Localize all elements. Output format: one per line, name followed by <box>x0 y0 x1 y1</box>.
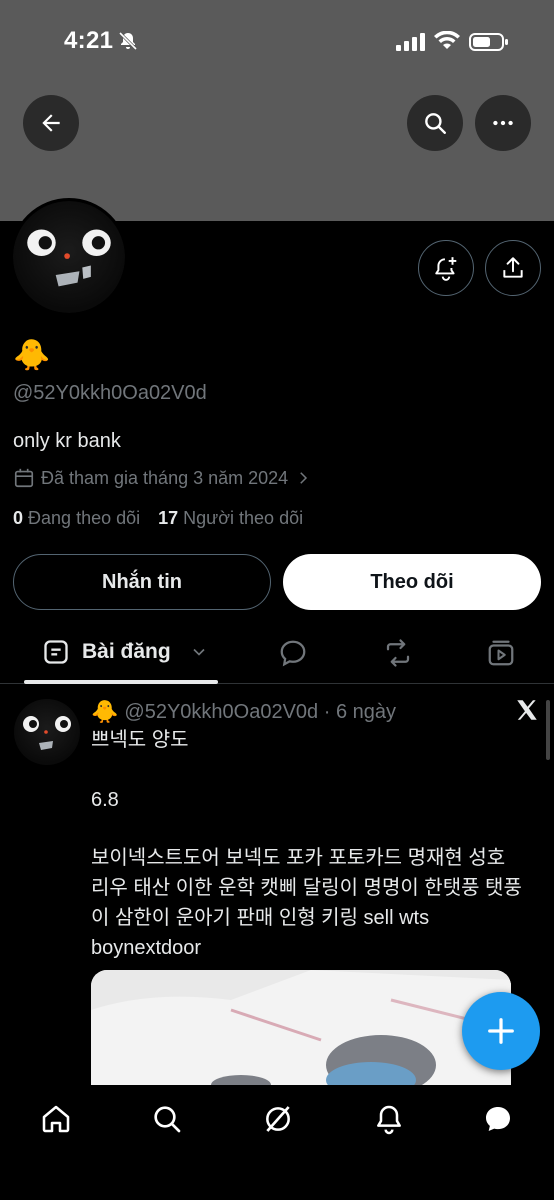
notifications-icon[interactable] <box>373 1103 405 1135</box>
profile-bio: only kr bank <box>13 430 121 452</box>
cellular-signal-icon <box>396 33 425 51</box>
post-line-2: 6.8 <box>91 789 119 811</box>
back-button[interactable] <box>23 95 79 151</box>
post-body-line: boynextdoor <box>91 937 202 959</box>
tab-replies-icon[interactable] <box>278 638 308 668</box>
status-time: 4:21 <box>64 27 114 54</box>
more-horizontal-icon <box>493 120 513 126</box>
joined-text: Đã tham gia tháng 3 năm 2024 <box>41 467 289 488</box>
search-button[interactable] <box>407 95 463 151</box>
battery-icon <box>469 33 508 51</box>
search-icon[interactable] <box>151 1103 183 1135</box>
chevron-down-icon <box>193 648 205 656</box>
followers-link[interactable]: 17 Người theo dõi <box>158 508 303 529</box>
more-options-button[interactable] <box>475 95 531 151</box>
calendar-icon <box>14 468 34 488</box>
home-icon[interactable] <box>40 1103 72 1135</box>
post-image[interactable] <box>91 970 511 1090</box>
post-body-line: 리우 태산 이한 운학 캣삐 달링이 명명이 한탯풍 탯풍 <box>91 877 522 899</box>
post-handle-time: @52Y0kkh0Oa02V0d · 6 ngày <box>124 700 396 723</box>
post-author-avatar[interactable] <box>14 699 80 765</box>
avatar-character-image <box>27 229 111 287</box>
tab-posts-label: Bài đăng <box>82 640 171 663</box>
status-bar: 4:21 <box>0 0 554 86</box>
plush-photo-image <box>91 970 511 1090</box>
posts-icon <box>44 640 68 664</box>
followers-count: 17 <box>158 508 179 528</box>
joined-date[interactable]: Đã tham gia tháng 3 năm 2024 <box>13 467 312 489</box>
bell-off-icon <box>118 31 138 51</box>
messages-icon[interactable] <box>482 1103 514 1135</box>
bell-plus-icon <box>435 257 457 281</box>
tab-media-icon[interactable] <box>486 638 516 668</box>
search-icon <box>425 113 446 134</box>
wifi-icon <box>434 31 460 49</box>
following-link[interactable]: 0 Đang theo dõi <box>13 508 140 529</box>
share-button[interactable] <box>485 240 541 296</box>
profile-tabs: Bài đăng <box>0 624 554 684</box>
scroll-indicator <box>546 700 550 760</box>
chevron-right-icon <box>300 472 308 484</box>
avatar-character-image <box>23 716 71 750</box>
plus-icon <box>488 1018 514 1044</box>
post-header: 🐥 @52Y0kkh0Oa02V0d · 6 ngày <box>91 699 396 725</box>
display-name: 🐥 <box>13 339 51 372</box>
compose-post-button[interactable] <box>462 992 540 1070</box>
follow-button[interactable]: Theo dõi <box>283 554 541 610</box>
profile-handle: @52Y0kkh0Oa02V0d <box>13 382 207 404</box>
x-logo-icon <box>517 700 537 720</box>
message-button[interactable]: Nhắn tin <box>13 554 271 610</box>
follow-stats: 0 Đang theo dõi 17 Người theo dõi <box>13 508 303 529</box>
following-count: 0 <box>13 508 24 528</box>
grok-icon[interactable] <box>262 1103 294 1135</box>
post-line-1: 쁘넥도 양도 <box>91 729 189 751</box>
post-body-line: 이 삼한이 운아기 판매 인형 키링 sell wts <box>91 907 430 929</box>
tab-reposts-icon[interactable] <box>383 638 413 668</box>
followers-label: Người theo dõi <box>183 508 304 528</box>
arrow-left-icon <box>42 114 60 132</box>
following-label: Đang theo dõi <box>28 508 141 528</box>
tab-posts[interactable]: Bài đăng <box>42 638 209 666</box>
post-author-emoji: 🐥 <box>91 699 119 724</box>
post-body-line: 보이넥스트도어 보넥도 포카 포토카드 명재현 성호 <box>91 847 506 869</box>
profile-avatar[interactable] <box>10 198 128 316</box>
notify-button[interactable] <box>418 240 474 296</box>
bottom-navigation <box>0 1085 554 1200</box>
active-tab-indicator <box>24 680 218 684</box>
share-icon <box>503 257 523 278</box>
